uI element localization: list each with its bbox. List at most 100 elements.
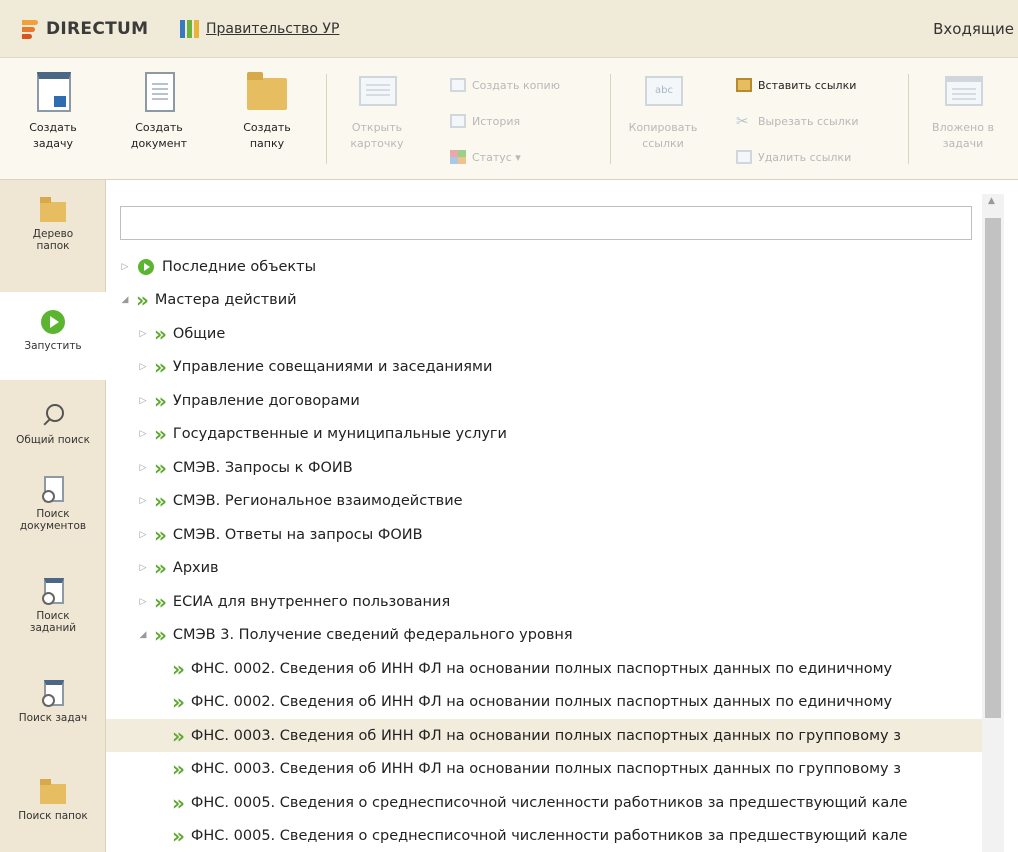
sidebar-item-label: Поиск документов	[19, 508, 87, 532]
tree-row[interactable]: ◢ » СМЭВ 3. Получение сведений федеральног…	[106, 619, 982, 652]
delete-links-label: Удалить ссылки	[758, 150, 852, 164]
expand-arrow-icon[interactable]: ▷	[136, 329, 150, 339]
organization-link[interactable]: Правительство УР	[206, 21, 339, 37]
document-search-icon	[38, 476, 68, 504]
main-content: ▲ ▷ Последние объекты ◢ » Мастера действий ▷ »…	[106, 180, 1018, 852]
tree-row-label: ФНС. 0005. Сведения о среднесписочной чи…	[190, 828, 908, 844]
sidebar-item-document-search[interactable]: Поиск документов	[0, 476, 106, 532]
tree-row[interactable]: ▷ » Государственные и муниципальные услуги	[106, 418, 982, 451]
sidebar-item-task-search[interactable]: Поиск задач	[0, 680, 106, 724]
tree-row[interactable]: ▷ » СМЭВ. Запросы к ФОИВ	[106, 451, 982, 484]
tree-row-label: ФНС. 0005. Сведения о среднесписочной чи…	[190, 794, 908, 811]
tree-row[interactable]: ▷ » Общие	[106, 317, 982, 350]
status-icon	[450, 150, 466, 164]
tree-row[interactable]: ▷ » СМЭВ. Региональное взаимодействие	[106, 485, 982, 518]
expand-arrow-icon[interactable]: ▷	[136, 463, 150, 473]
brand-name: DIRECTUM	[46, 19, 149, 39]
copy-icon	[450, 78, 466, 92]
tree-row-label: СМЭВ. Запросы к ФОИВ	[172, 459, 353, 476]
tree-row-label: Общие	[172, 325, 226, 342]
tree-row-label: Государственные и муниципальные услуги	[172, 426, 507, 442]
title-bar: DIRECTUM Правительство УР Входящие	[0, 0, 1018, 58]
collapse-arrow-icon[interactable]: ◢	[118, 295, 132, 305]
double-chevron-icon: »	[154, 556, 167, 580]
expand-arrow-icon[interactable]: ▷	[136, 396, 150, 406]
paste-links-button[interactable]: Вставить ссылки	[736, 78, 856, 92]
sidebar-item-run[interactable]: Запустить	[0, 292, 106, 380]
expand-arrow-icon[interactable]: ▷	[136, 597, 150, 607]
expand-arrow-icon[interactable]: ▷	[136, 563, 150, 573]
collapse-arrow-icon[interactable]: ◢	[136, 630, 150, 640]
copy-links-label: Копировать ссылки	[628, 121, 698, 150]
tree-row[interactable]: ▷ » ЕСИА для внутреннего пользования	[106, 585, 982, 618]
tree-row[interactable]: ▷ » СМЭВ. Ответы на запросы ФОИВ	[106, 518, 982, 551]
tree-row-label: Последние объекты	[162, 258, 317, 275]
expand-arrow-icon[interactable]: ▷	[136, 429, 150, 439]
tree-row[interactable]: » ФНС. 0002. Сведения об ИНН ФЛ на основа…	[106, 686, 982, 719]
expand-arrow-icon[interactable]: ▷	[136, 530, 150, 540]
tree-row-label: ФНС. 0002. Сведения об ИНН ФЛ на основан…	[190, 660, 893, 677]
sidebar-item-label: Поиск задач	[18, 712, 88, 724]
status-dropdown[interactable]: Статус ▾	[450, 150, 521, 164]
create-copy-button[interactable]: Создать копию	[450, 78, 560, 92]
ribbon-separator	[610, 74, 611, 164]
sidebar-item-label: Поиск папок	[18, 810, 88, 822]
scrollbar-thumb[interactable]	[985, 218, 1001, 718]
tree-row[interactable]: » ФНС. 0002. Сведения об ИНН ФЛ на основа…	[106, 652, 982, 685]
tree-row[interactable]: ▷ » Архив	[106, 552, 982, 585]
create-task-label: Создать задачу	[29, 121, 77, 150]
filter-input[interactable]	[120, 206, 972, 240]
tree-row[interactable]: ▷ » Управление договорами	[106, 384, 982, 417]
tree-row[interactable]: ▷ » Управление совещаниями и заседаниями	[106, 351, 982, 384]
history-button[interactable]: История	[450, 114, 520, 128]
create-folder-button[interactable]: Создать папку	[226, 72, 308, 152]
copy-links-button[interactable]: abc Копировать ссылки	[622, 72, 704, 152]
tree-row-label: ЕСИА для внутреннего пользования	[172, 593, 451, 610]
expand-arrow-icon[interactable]: ▷	[118, 262, 132, 272]
folder-search-icon	[38, 778, 68, 806]
tree-row-label: ФНС. 0003. Сведения об ИНН ФЛ на основан…	[190, 761, 901, 777]
current-folder-title: Входящие	[933, 20, 1014, 38]
create-document-label: Создать документ	[130, 121, 188, 150]
tree-row-label: ФНС. 0003. Сведения об ИНН ФЛ на основан…	[190, 727, 901, 744]
tree-row[interactable]: ▷ Последние объекты	[106, 250, 982, 283]
tree-row-label: ФНС. 0002. Сведения об ИНН ФЛ на основан…	[190, 694, 893, 710]
tree-row-label: Мастера действий	[154, 292, 297, 308]
tree-row[interactable]: » ФНС. 0003. Сведения об ИНН ФЛ на основа…	[106, 719, 982, 752]
sidebar-item-general-search[interactable]: Общий поиск	[0, 402, 106, 446]
attached-tasks-icon	[943, 72, 983, 114]
tree-row-label: СМЭВ 3. Получение сведений федерального …	[172, 627, 573, 643]
ribbon-separator	[326, 74, 327, 164]
run-icon	[138, 258, 154, 275]
sidebar-item-assignment-search[interactable]: Поиск заданий	[0, 578, 106, 634]
organization[interactable]: Правительство УР	[180, 20, 339, 38]
open-card-button[interactable]: Открыть карточку	[336, 72, 418, 152]
create-task-button[interactable]: Создать задачу	[12, 72, 94, 152]
double-chevron-icon: »	[172, 723, 185, 748]
delete-links-button[interactable]: Удалить ссылки	[736, 150, 851, 164]
sidebar-item-label: Поиск заданий	[29, 610, 77, 634]
calendar-task-icon	[33, 72, 73, 114]
tree-row[interactable]: » ФНС. 0003. Сведения об ИНН ФЛ на основа…	[106, 753, 982, 786]
double-chevron-icon: »	[154, 623, 167, 647]
double-chevron-icon: »	[154, 422, 167, 446]
expand-arrow-icon[interactable]: ▷	[136, 362, 150, 372]
tree-row[interactable]: ◢ » Мастера действий	[106, 284, 982, 317]
scroll-up-arrow-icon[interactable]: ▲	[988, 196, 995, 206]
expand-arrow-icon[interactable]: ▷	[136, 496, 150, 506]
sidebar-item-label: Запустить	[24, 340, 82, 352]
double-chevron-icon: »	[172, 690, 185, 714]
delete-links-icon	[736, 150, 752, 164]
vertical-scrollbar[interactable]: ▲	[982, 194, 1004, 852]
tree-row[interactable]: » ФНС. 0005. Сведения о среднесписочной ч…	[106, 786, 982, 819]
sidebar-item-folder-search[interactable]: Поиск папок	[0, 778, 106, 822]
double-chevron-icon: »	[172, 656, 185, 681]
sidebar-item-folder-tree[interactable]: Дерево папок	[0, 196, 106, 252]
tree-row-label: СМЭВ. Ответы на запросы ФОИВ	[172, 526, 423, 543]
document-icon	[139, 72, 179, 114]
cut-links-button[interactable]: ✂ Вырезать ссылки	[736, 114, 859, 129]
folder-tree-icon	[38, 196, 68, 224]
create-document-button[interactable]: Создать документ	[118, 72, 200, 152]
attached-in-tasks-button[interactable]: Вложено в задачи	[920, 72, 1006, 152]
tree-row[interactable]: » ФНС. 0005. Сведения о среднесписочной ч…	[106, 820, 982, 852]
